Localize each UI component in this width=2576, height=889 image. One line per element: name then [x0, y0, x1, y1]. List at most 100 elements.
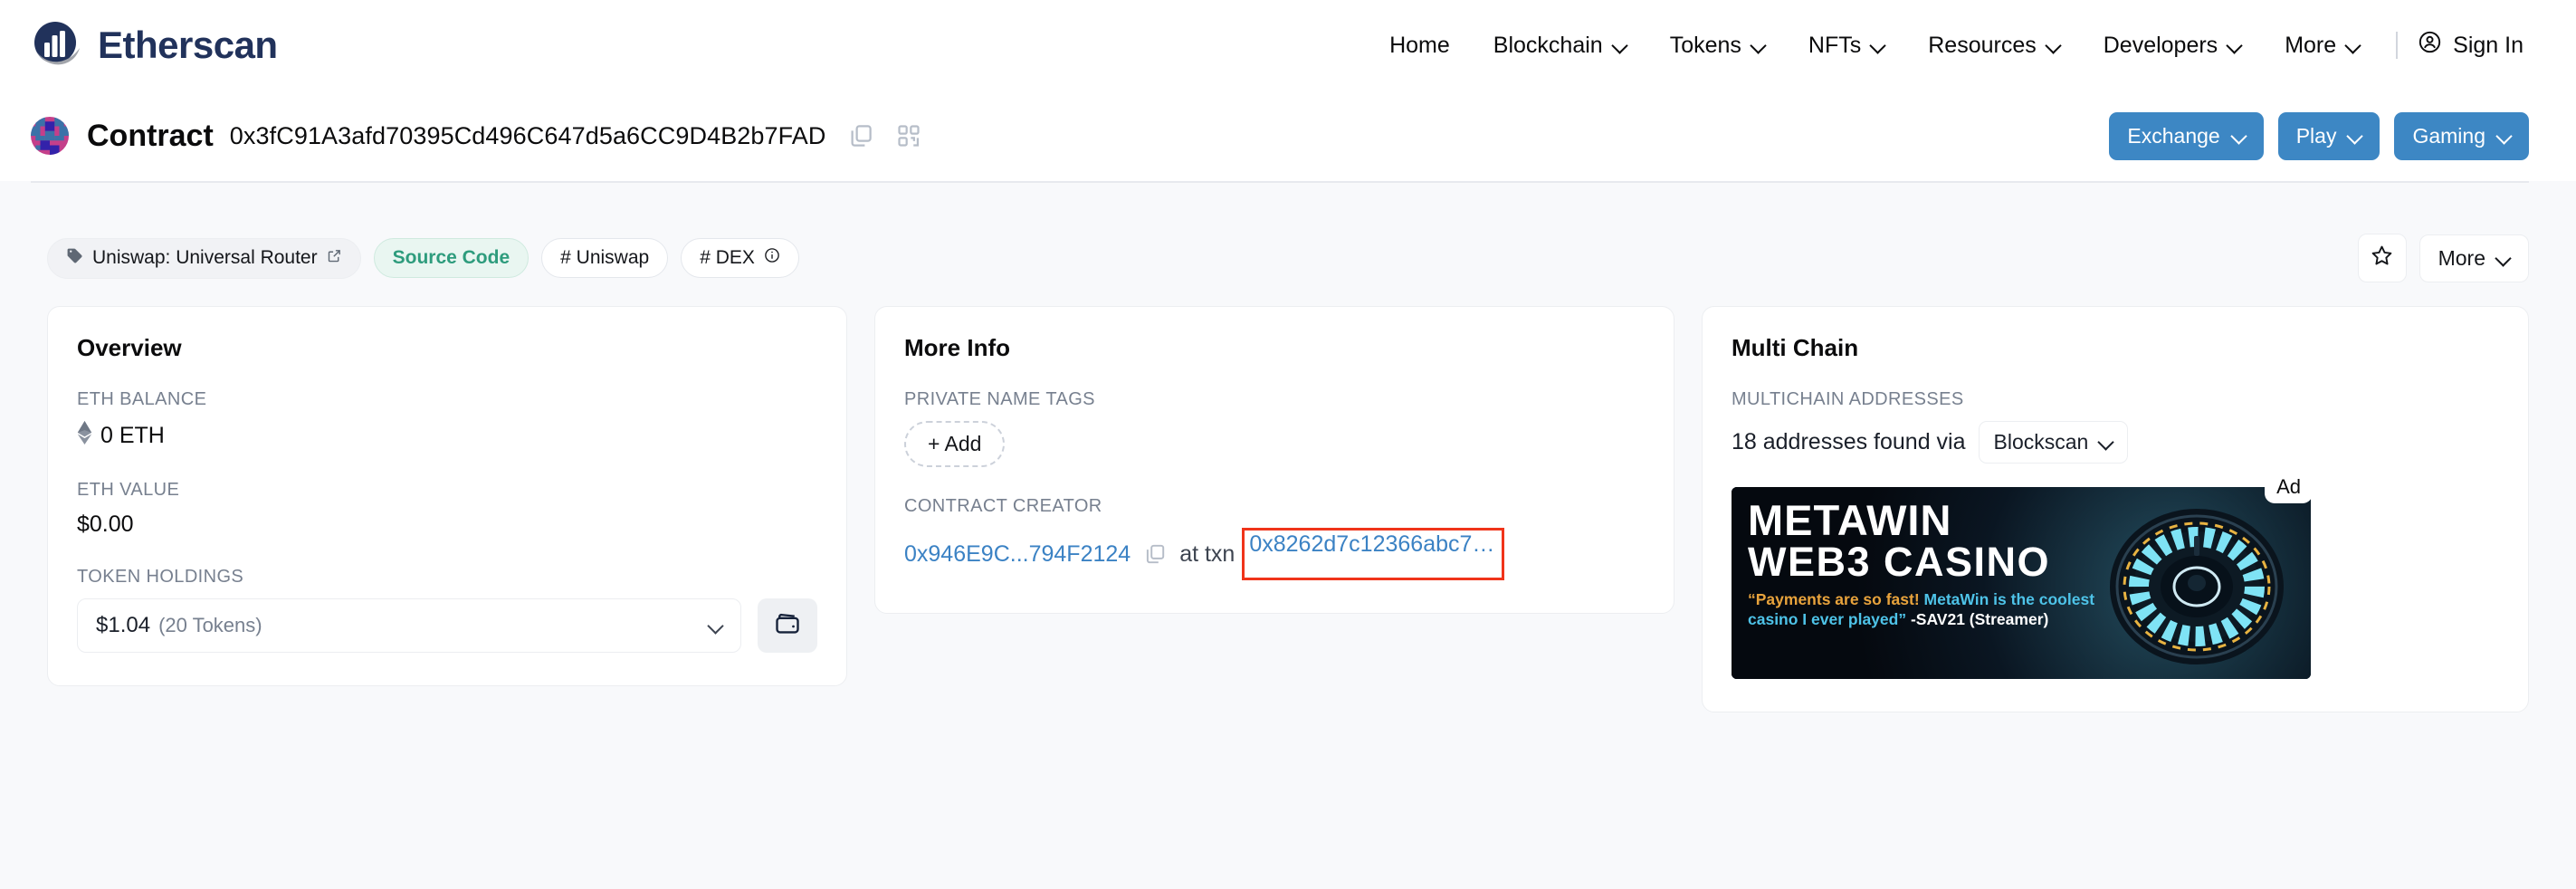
nav-item-nfts[interactable]: NFTs [1787, 24, 1906, 68]
nav-item-resources[interactable]: Resources [1906, 24, 2082, 68]
sign-in-label: Sign In [2453, 32, 2524, 58]
top-navigation-bar: Etherscan Home Blockchain Tokens NFTs Re… [0, 0, 2576, 91]
eth-value-field: ETH VALUE $0.00 [77, 480, 817, 538]
etherscan-brand[interactable]: Etherscan [31, 19, 278, 72]
page-body: Uniswap: Universal Router Source Code # … [0, 183, 2576, 712]
address-blockie-avatar [31, 117, 69, 155]
sign-in-button[interactable]: Sign In [2412, 21, 2529, 70]
token-holdings-select[interactable]: $1.04 (20 Tokens) [77, 598, 741, 653]
chevron-down-icon [2497, 129, 2511, 143]
exchange-label: Exchange [2127, 123, 2220, 148]
chevron-down-icon [709, 619, 722, 633]
creator-address-link[interactable]: 0x946E9C...794F2124 [904, 541, 1131, 568]
chevron-down-icon [2496, 252, 2510, 265]
contract-creator-label: CONTRACT CREATOR [904, 496, 1102, 516]
tag-dex[interactable]: # DEX [681, 238, 799, 278]
tag-source-code[interactable]: Source Code [373, 238, 530, 278]
overview-title: Overview [77, 334, 182, 361]
ad-badge: Ad [2265, 473, 2313, 503]
tag-uniswap-universal-router[interactable]: Uniswap: Universal Router [47, 237, 361, 279]
eth-balance-field: ETH BALANCE 0 ETH [77, 389, 817, 451]
wallet-button[interactable] [758, 598, 817, 653]
multi-chain-card: Multi Chain MULTICHAIN ADDRESSES 18 addr… [1702, 306, 2529, 712]
nav-item-developers[interactable]: Developers [2082, 24, 2263, 68]
advertisement-banner[interactable]: METAWIN WEB3 CASINO “Payments are so fas… [1732, 487, 2311, 679]
chevron-down-icon [1613, 39, 1627, 53]
nav-label-tokens: Tokens [1669, 32, 1741, 58]
play-button[interactable]: Play [2277, 111, 2380, 160]
main-nav: Home Blockchain Tokens NFTs Resources De… [1368, 21, 2529, 70]
user-circle-icon [2418, 30, 2442, 61]
eth-balance-value: 0 ETH [100, 423, 165, 448]
provider-label: Blockscan [1993, 430, 2089, 454]
private-name-tags-label: PRIVATE NAME TAGS [904, 389, 1095, 409]
tag-icon [66, 247, 83, 270]
nav-item-home[interactable]: Home [1368, 24, 1472, 68]
txn-hash-link[interactable]: 0x8262d7c12366abc7… [1249, 531, 1494, 557]
tag-row: Uniswap: Universal Router Source Code # … [31, 183, 2545, 306]
eth-value-label: ETH VALUE [77, 480, 180, 500]
more-options-button[interactable]: More [2419, 234, 2529, 282]
header-action-buttons: Exchange Play Gaming [2109, 111, 2529, 160]
favorite-star-button[interactable] [2357, 234, 2407, 282]
token-holdings-field: TOKEN HOLDINGS $1.04 (20 Tokens) [77, 567, 817, 653]
more-info-title: More Info [904, 334, 1010, 361]
star-icon [2370, 244, 2394, 272]
chevron-down-icon [2228, 39, 2241, 53]
gaming-label: Gaming [2412, 123, 2485, 148]
play-label: Play [2295, 123, 2337, 148]
chevron-down-icon [1751, 39, 1765, 53]
tag-label: # Uniswap [560, 247, 650, 268]
ad-title: METAWIN [1748, 496, 1952, 544]
nav-item-blockchain[interactable]: Blockchain [1472, 24, 1648, 68]
chevron-down-icon [2346, 39, 2360, 53]
ad-quote-part1: “Payments are so fast! [1748, 590, 1920, 609]
multichain-addresses-text: 18 addresses found via [1732, 429, 1966, 454]
more-info-card: More Info PRIVATE NAME TAGS + Add CONTRA… [874, 306, 1674, 614]
tag-uniswap[interactable]: # Uniswap [541, 238, 669, 278]
nav-label-nfts: NFTs [1808, 32, 1862, 58]
brand-name: Etherscan [98, 24, 278, 66]
contract-address: 0x3fC91A3afd70395Cd496C647d5a6CC9D4B2b7F… [229, 121, 826, 149]
eth-balance-value-row: 0 ETH [77, 421, 817, 451]
multichain-addresses-row: 18 addresses found via Blockscan [1732, 421, 2499, 464]
advertisement-wrapper: Ad METAWIN WEB3 CASINO “Payments are so … [1732, 473, 2313, 679]
wallet-icon [774, 610, 801, 642]
eth-value-value: $0.00 [77, 511, 134, 537]
info-icon [764, 247, 780, 269]
multichain-addresses-label: MULTICHAIN ADDRESSES [1732, 389, 1964, 409]
private-name-tags-field: PRIVATE NAME TAGS + Add [904, 389, 1645, 467]
nav-item-more[interactable]: More [2263, 24, 2381, 68]
add-private-name-tag-button[interactable]: + Add [904, 421, 1006, 467]
add-label: + Add [928, 432, 982, 455]
exchange-button[interactable]: Exchange [2109, 111, 2264, 160]
ad-quote: “Payments are so fast! MetaWin is the co… [1748, 590, 2137, 630]
ad-quote-part3: -SAV21 (Streamer) [1906, 610, 2049, 629]
token-holdings-row: $1.04 (20 Tokens) [77, 598, 817, 653]
eth-balance-label: ETH BALANCE [77, 389, 207, 409]
chevron-down-icon [2046, 39, 2060, 53]
contract-creator-field: CONTRACT CREATOR 0x946E9C...794F2124 at … [904, 496, 1645, 580]
at-txn-label: at txn [1179, 540, 1236, 567]
etherscan-logo-icon [31, 19, 83, 72]
tag-label: # DEX [700, 247, 755, 268]
nav-label-more: More [2285, 32, 2337, 58]
token-holdings-count: (20 Tokens) [158, 614, 262, 636]
more-label: More [2438, 245, 2485, 270]
tag-row-actions: More [2357, 234, 2529, 282]
nav-label-developers: Developers [2103, 32, 2218, 58]
copy-icon[interactable] [1143, 542, 1167, 566]
tag-label: Uniswap: Universal Router [92, 247, 318, 268]
nav-label-blockchain: Blockchain [1493, 32, 1603, 58]
qr-code-icon[interactable] [896, 123, 921, 148]
info-cards: Overview ETH BALANCE 0 ETH ETH VALUE $0.… [31, 306, 2545, 712]
blockscan-provider-select[interactable]: Blockscan [1978, 421, 2129, 464]
nav-item-tokens[interactable]: Tokens [1648, 24, 1787, 68]
ad-text-block: METAWIN WEB3 CASINO “Payments are so fas… [1748, 496, 2137, 630]
gaming-button[interactable]: Gaming [2394, 111, 2529, 160]
overview-card: Overview ETH BALANCE 0 ETH ETH VALUE $0.… [47, 306, 847, 686]
tag-label: Source Code [392, 247, 510, 268]
chevron-down-icon [2348, 129, 2361, 143]
copy-icon[interactable] [847, 122, 874, 149]
token-holdings-amount: $1.04 [96, 613, 151, 637]
